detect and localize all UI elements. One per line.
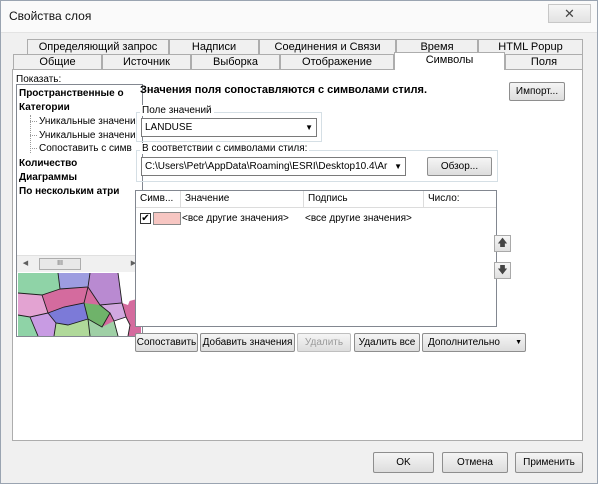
add-values-button[interactable]: Добавить значения <box>200 333 295 352</box>
advanced-button-label: Дополнительно <box>428 337 500 348</box>
tree-item-unique-values-many-fields[interactable]: Уникальные значени <box>39 130 136 141</box>
tab-definition-query[interactable]: Определяющий запрос <box>27 39 169 54</box>
browse-button[interactable]: Обзор... <box>427 157 492 176</box>
renderer-tree[interactable]: Пространственные о Категории Уникальные … <box>16 84 143 337</box>
chevron-down-icon: ▼ <box>394 162 402 171</box>
column-header-symbol[interactable]: Симв... <box>136 191 181 208</box>
row-visible-checkbox[interactable]: ✔ <box>140 213 151 224</box>
ok-button[interactable]: OK <box>373 452 434 473</box>
tab-source[interactable]: Источник <box>102 54 191 69</box>
title-bar[interactable]: Свойства слоя ✕ <box>1 1 597 33</box>
renderer-preview-image <box>18 273 141 336</box>
tab-display[interactable]: Отображение <box>280 54 394 69</box>
tab-labels[interactable]: Надписи <box>169 39 259 54</box>
tab-fields[interactable]: Поля <box>505 54 583 69</box>
value-field-dropdown[interactable]: LANDUSE ▼ <box>141 118 317 137</box>
scroll-left-icon[interactable]: ◀ <box>18 257 33 271</box>
chevron-down-icon: ▼ <box>305 123 313 132</box>
move-up-button[interactable]: 🡅 <box>494 235 511 252</box>
tree-connector <box>30 135 37 136</box>
tree-item-multiple-attributes[interactable]: По нескольким атри <box>19 186 119 197</box>
table-row-value[interactable]: <все другие значения> <box>182 213 289 224</box>
value-symbol-table[interactable]: Симв... Значение Подпись Число: ✔ <все д… <box>135 190 497 327</box>
style-path-dropdown[interactable]: C:\Users\Petr\AppData\Roaming\ESRI\Deskt… <box>141 157 406 176</box>
tab-joins-relates[interactable]: Соединения и Связи <box>259 39 396 54</box>
remove-all-button[interactable]: Удалить все <box>354 333 420 352</box>
import-button[interactable]: Импорт... <box>509 82 565 101</box>
window-title: Свойства слоя <box>9 9 92 23</box>
renderer-description: Значения поля сопоставляются с символами… <box>140 84 428 96</box>
tree-item-features[interactable]: Пространственные о <box>19 88 124 99</box>
remove-button[interactable]: Удалить <box>297 333 351 352</box>
column-header-label[interactable]: Подпись <box>304 191 424 208</box>
tree-item-unique-values[interactable]: Уникальные значени <box>39 116 136 127</box>
layer-properties-dialog: Свойства слоя ✕ Определяющий запрос Надп… <box>0 0 598 484</box>
tree-item-quantities[interactable]: Количество <box>19 158 77 169</box>
tree-item-charts[interactable]: Диаграммы <box>19 172 77 183</box>
close-button[interactable]: ✕ <box>548 4 591 23</box>
chevron-down-icon: ▼ <box>515 339 522 346</box>
arrow-down-icon: 🡇 <box>497 265 508 276</box>
style-label: В соответствии с символами стиля: <box>140 143 310 154</box>
advanced-dropdown-button[interactable]: Дополнительно ▼ <box>422 333 526 352</box>
tab-symbology[interactable]: Символы <box>394 52 505 70</box>
symbology-panel: Показать: Пространственные о Категории У… <box>12 69 583 441</box>
move-down-button[interactable]: 🡇 <box>494 262 511 279</box>
checkmark-icon: ✔ <box>141 213 150 224</box>
tree-horizontal-scrollbar[interactable]: ◀ III ▶ <box>17 255 142 272</box>
column-header-value[interactable]: Значение <box>181 191 304 208</box>
table-row-label[interactable]: <все другие значения> <box>305 213 412 224</box>
close-icon: ✕ <box>564 6 575 21</box>
value-field-label: Поле значений <box>140 105 214 116</box>
value-field-selected: LANDUSE <box>145 122 193 133</box>
apply-button[interactable]: Применить <box>515 452 583 473</box>
symbol-swatch[interactable] <box>153 212 181 225</box>
tree-item-match-to-style[interactable]: Сопоставить с симв <box>39 143 132 154</box>
tab-selection[interactable]: Выборка <box>191 54 280 69</box>
arrow-up-icon: 🡅 <box>497 238 508 249</box>
style-path-value: C:\Users\Petr\AppData\Roaming\ESRI\Deskt… <box>145 161 388 172</box>
tree-item-categories[interactable]: Категории <box>19 102 70 113</box>
tree-connector <box>30 148 37 149</box>
column-header-count[interactable]: Число: <box>424 191 496 208</box>
match-button[interactable]: Сопоставить <box>135 333 198 352</box>
tab-general[interactable]: Общие <box>13 54 102 69</box>
tree-connector <box>30 121 37 122</box>
cancel-button[interactable]: Отмена <box>442 452 508 473</box>
scroll-thumb[interactable]: III <box>39 258 81 270</box>
